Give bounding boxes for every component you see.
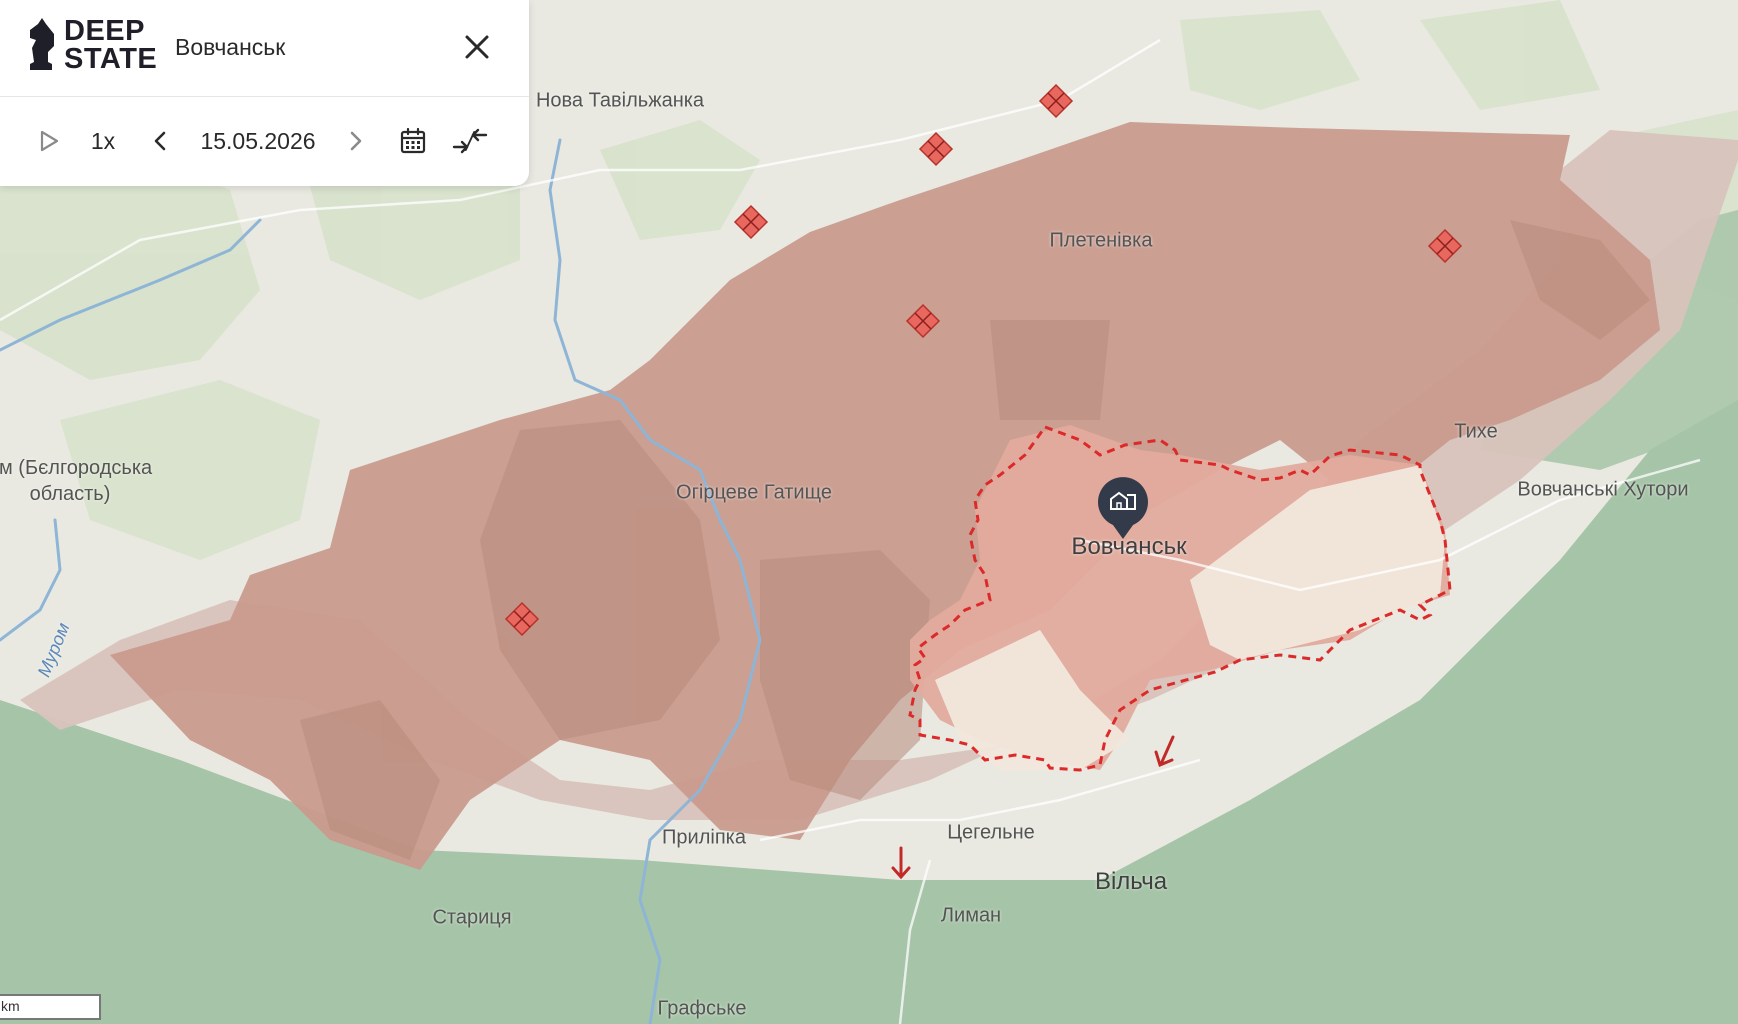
speed-button[interactable]: 1x <box>86 124 120 158</box>
search-query[interactable]: Вовчанськ <box>175 34 285 61</box>
label-prylipka: Приліпка <box>662 826 746 849</box>
label-starytsia: Стариця <box>432 906 512 929</box>
control-panel: DEEP STATE Вовчанськ 1x 15.05.2026 <box>0 0 529 186</box>
label-lyman: Лиман <box>940 904 1002 927</box>
app-logo-text[interactable]: DEEP STATE <box>64 15 158 75</box>
prev-date-button[interactable] <box>148 124 172 158</box>
chevron-right-icon <box>350 131 362 151</box>
label-nova-tavilzhanka: Нова Тавільжанка <box>535 89 705 112</box>
label-vovchanski-khutory: Вовчанські Хутори <box>1517 478 1689 501</box>
collapse-arrows-icon <box>452 128 488 154</box>
collapse-button[interactable] <box>452 124 488 158</box>
panel-divider <box>0 96 529 97</box>
label-pletenivka: Плетенівка <box>1049 229 1153 252</box>
logo-line2: STATE <box>64 43 158 75</box>
play-button[interactable] <box>34 124 64 158</box>
calendar-button[interactable] <box>398 124 428 158</box>
close-icon[interactable] <box>462 32 492 62</box>
label-ohirtseve-hatyshche: Огірцеве Гатище <box>676 481 832 504</box>
label-tykhe: Тихе <box>1454 420 1498 443</box>
label-tsehelne: Цегельне <box>947 821 1035 844</box>
chess-knight-icon <box>30 18 54 70</box>
label-vilcha: Вільча <box>1094 868 1168 895</box>
chevron-left-icon <box>154 131 166 151</box>
label-hrafske: Графське <box>657 997 747 1020</box>
scale-bar: km <box>0 994 101 1020</box>
label-vovchansk: Вовчанськ <box>1071 533 1187 560</box>
label-belgorod-region: ом (Бєлгородська область) <box>0 455 152 507</box>
logo-line1: DEEP <box>64 15 145 47</box>
label-belgorod-line1: ом (Бєлгородська <box>0 457 153 479</box>
calendar-icon <box>400 127 426 154</box>
next-date-button[interactable] <box>344 124 368 158</box>
date-display[interactable]: 15.05.2026 <box>193 124 323 158</box>
play-icon <box>40 130 59 152</box>
label-belgorod-line2: область) <box>29 483 111 505</box>
